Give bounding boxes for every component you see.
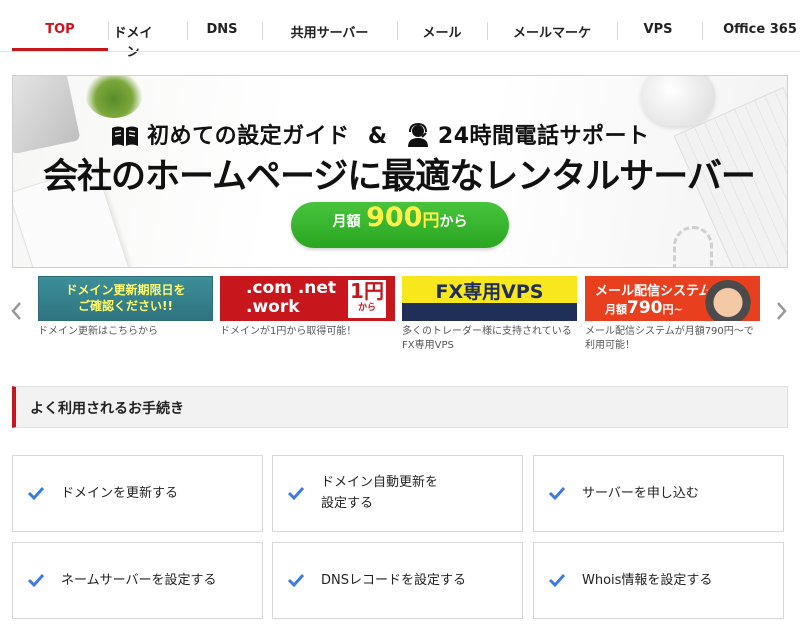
promo-caption[interactable]: ドメイン更新はこちらから <box>38 325 213 339</box>
banner-price-suffix: 円~ <box>662 303 683 316</box>
check-icon <box>548 573 566 587</box>
tab-shared-server[interactable]: 共用サーバー <box>262 22 397 50</box>
tab-top[interactable]: TOP <box>12 22 108 50</box>
nav-divider <box>487 22 488 40</box>
banner-price: 790 <box>627 298 663 318</box>
mouse-decoration <box>641 76 715 126</box>
procedure-renew-domain[interactable]: ドメインを更新する <box>12 455 263 532</box>
banner-price-prefix: 月額 <box>605 303 627 316</box>
nav-divider <box>617 22 618 40</box>
section-header: よく利用されるお手続き <box>12 386 788 428</box>
tab-mail[interactable]: メール <box>397 22 487 50</box>
tab-dns[interactable]: DNS <box>187 22 257 50</box>
hero-banner[interactable]: 初めての設定ガイド & 24時間電話サポート 会社のホームページに最適なレンタル… <box>12 75 788 268</box>
banner-price: 1円 <box>350 279 384 303</box>
top-navigation: TOP ドメイン DNS 共用サーバー メール メールマーケ VPS Offic… <box>0 0 800 60</box>
banner-sub: ご利用実績13万件以上 <box>437 310 542 321</box>
promo-banner[interactable]: メール配信システム 月額790円~ <box>585 276 760 321</box>
price-suffix: から <box>439 214 468 230</box>
check-icon <box>548 486 566 500</box>
check-icon <box>27 573 45 587</box>
banner-price-line: 月額790円~ <box>605 298 683 318</box>
procedure-auto-renew-domain[interactable]: ドメイン自動更新を 設定する <box>272 455 523 532</box>
banner-title: メール配信システム <box>595 284 712 299</box>
guide-text: 初めての設定ガイド <box>147 124 350 149</box>
procedure-set-nameserver[interactable]: ネームサーバーを設定する <box>12 542 263 619</box>
banner-price-suffix: から <box>357 303 376 313</box>
plant-decoration <box>85 76 143 118</box>
promo-card-fx-vps[interactable]: FX専用VPS ご利用実績13万件以上 多くのトレーダー様に支持されている FX… <box>402 276 577 353</box>
banner-title: FX専用VPS <box>435 281 544 303</box>
procedure-set-whois[interactable]: Whois情報を設定する <box>533 542 784 619</box>
promo-banner[interactable]: FX専用VPS ご利用実績13万件以上 <box>402 276 577 321</box>
banner-line1: ドメイン更新期限日を <box>65 283 186 297</box>
banner-domains: .com .net .work <box>246 279 336 317</box>
check-icon <box>287 486 305 500</box>
procedure-label: Whois情報を設定する <box>582 573 713 588</box>
carousel-next-arrow[interactable] <box>774 298 790 328</box>
price-yen: 円 <box>422 211 440 231</box>
procedure-label: ドメイン自動更新を 設定する <box>321 472 438 514</box>
procedure-apply-server[interactable]: サーバーを申し込む <box>533 455 784 532</box>
tab-domain[interactable]: ドメイン <box>108 22 158 60</box>
procedure-label: サーバーを申し込む <box>582 486 699 501</box>
banner-line2: .work <box>246 297 300 317</box>
banner-line1: .com .net <box>246 278 337 298</box>
procedure-set-dns-record[interactable]: DNSレコードを設定する <box>272 542 523 619</box>
phone-cord-decoration <box>673 226 713 267</box>
procedure-label-line2: 設定する <box>321 496 374 511</box>
tab-vps[interactable]: VPS <box>620 22 696 50</box>
procedure-label-line1: ドメイン自動更新を <box>321 475 439 490</box>
chevron-left-icon <box>11 302 21 320</box>
ampersand: & <box>367 124 388 149</box>
check-icon <box>287 573 305 587</box>
laptop-decoration <box>13 76 81 155</box>
banner-line2: ご確認ください!! <box>78 299 173 313</box>
section-title: よく利用されるお手続き <box>30 401 184 417</box>
price-number: 900 <box>366 202 423 233</box>
promo-banner[interactable]: .com .net .work 1円 から <box>220 276 395 321</box>
procedure-label: DNSレコードを設定する <box>321 573 466 588</box>
carousel-prev-arrow[interactable] <box>8 298 24 328</box>
procedure-label: ネームサーバーを設定する <box>61 573 217 588</box>
promo-card-mail-delivery[interactable]: メール配信システム 月額790円~ メール配信システムが月額790円〜で利用可能… <box>585 276 760 353</box>
check-icon <box>27 486 45 500</box>
promo-card-domain-1yen[interactable]: .com .net .work 1円 から ドメインが1円から取得可能！ <box>220 276 395 339</box>
tab-mail-marketing[interactable]: メールマーケ <box>497 22 607 50</box>
price-button[interactable]: 月額 900円から <box>291 202 509 248</box>
promo-caption[interactable]: メール配信システムが月額790円〜で利用可能！ <box>585 325 760 353</box>
promo-caption[interactable]: ドメインが1円から取得可能！ <box>220 325 395 339</box>
support-text: 24時間電話サポート <box>437 124 650 149</box>
promo-card-domain-renewal[interactable]: ドメイン更新期限日を ご確認ください!! ドメイン更新はこちらから <box>38 276 213 339</box>
promo-carousel: ドメイン更新期限日を ご確認ください!! ドメイン更新はこちらから .com .… <box>0 276 800 356</box>
nav-divider <box>702 22 703 40</box>
chevron-right-icon <box>777 302 787 320</box>
hero-headline: 会社のホームページに最適なレンタルサーバー <box>43 157 756 197</box>
price-prefix: 月額 <box>332 214 361 230</box>
operator-photo <box>703 280 753 321</box>
tab-office365[interactable]: Office 365 <box>712 22 800 50</box>
procedure-label: ドメインを更新する <box>61 486 179 501</box>
promo-banner[interactable]: ドメイン更新期限日を ご確認ください!! <box>38 276 213 321</box>
nav-baseline <box>0 51 800 52</box>
banner-price-box: 1円 から <box>348 280 386 318</box>
promo-caption[interactable]: 多くのトレーダー様に支持されている FX専用VPS <box>402 325 577 353</box>
